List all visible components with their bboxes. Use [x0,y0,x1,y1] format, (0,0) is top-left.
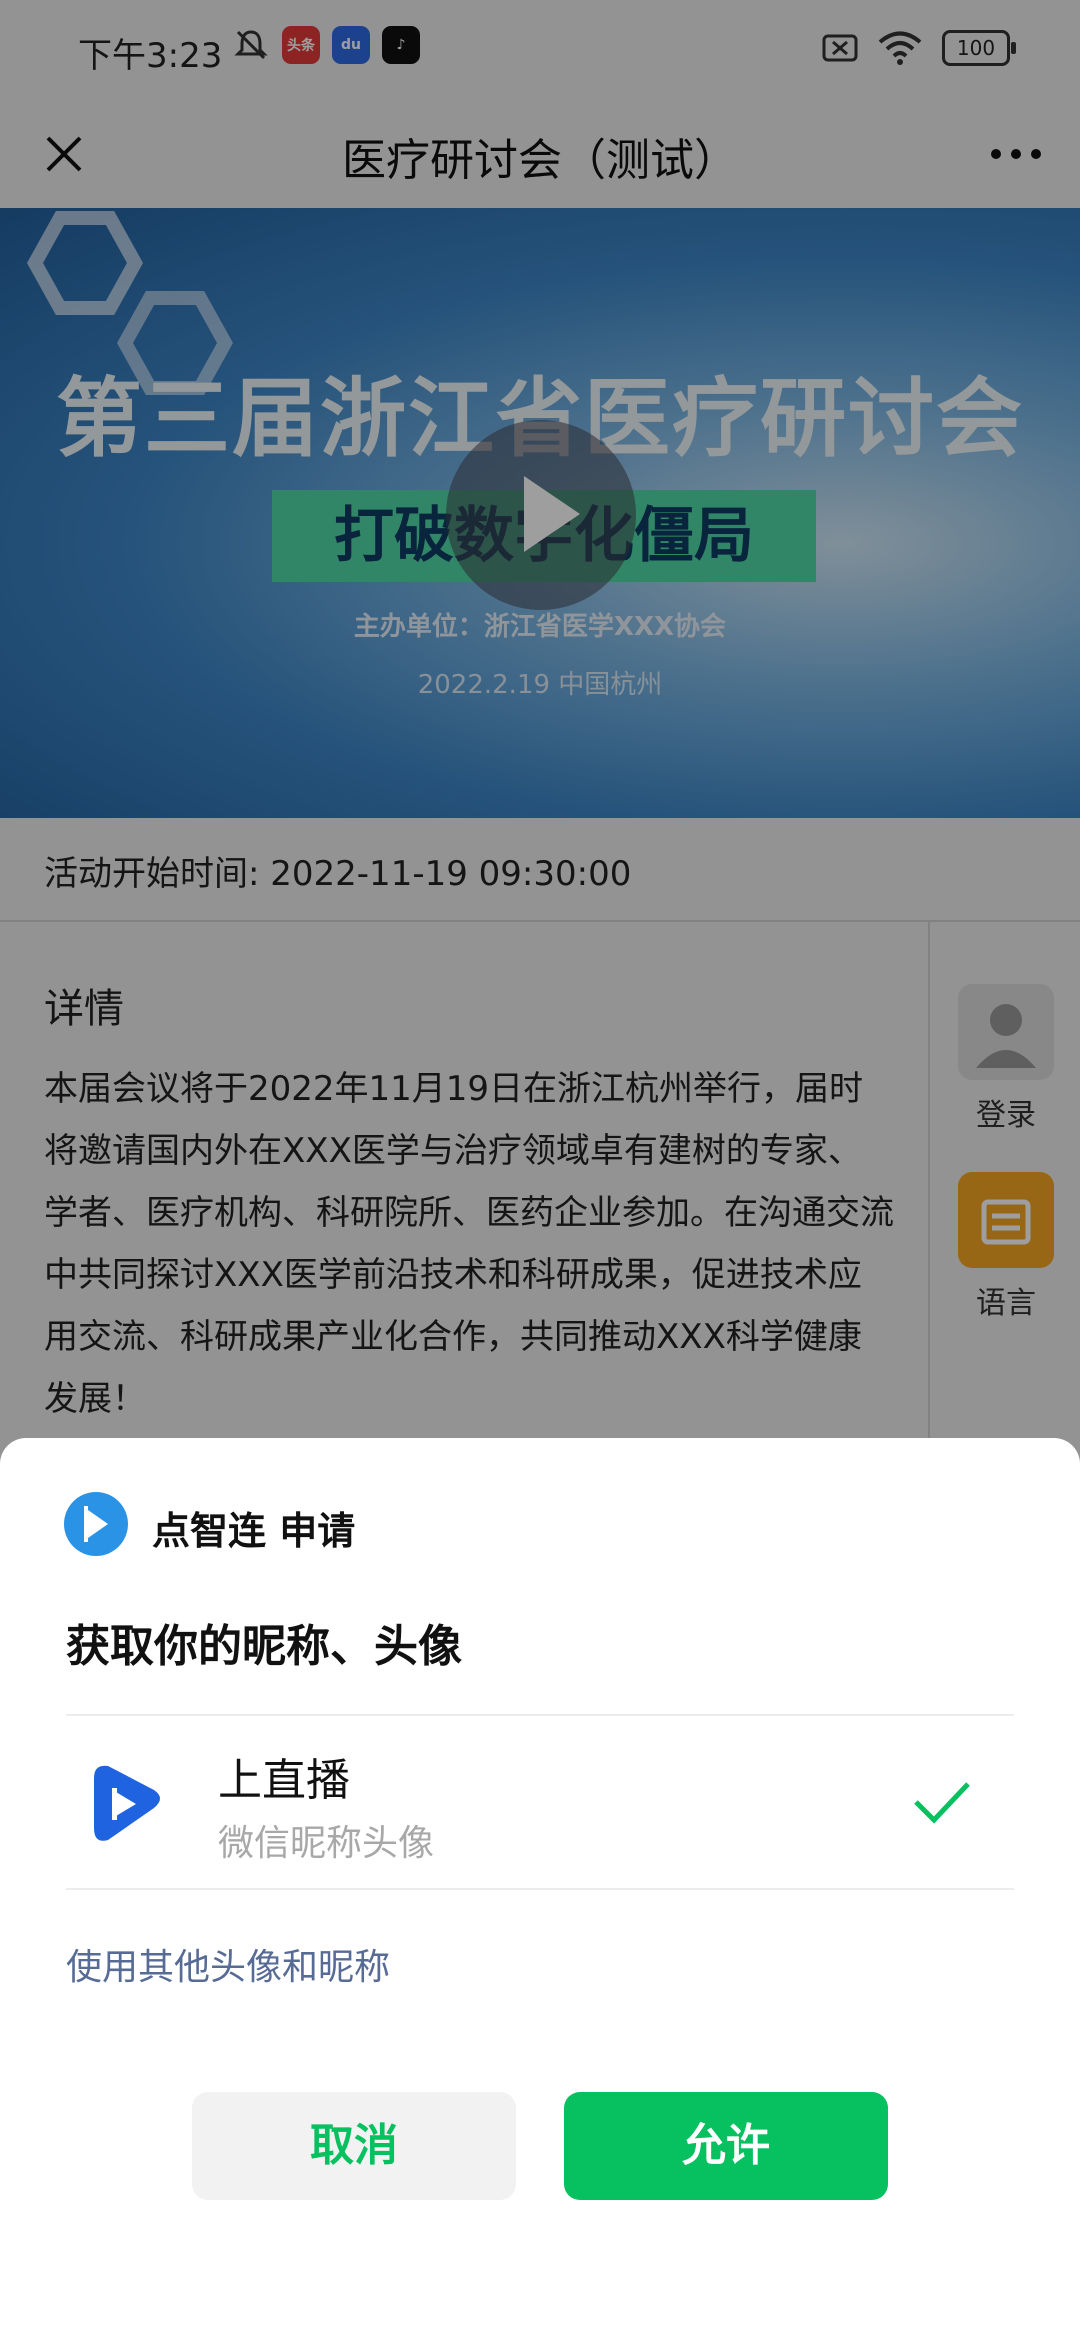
profile-avatar-icon [94,1765,160,1841]
allow-button[interactable]: 允许 [564,2092,888,2200]
use-other-profile-link[interactable]: 使用其他头像和昵称 [66,1938,390,1990]
authorization-sheet: 点智连 申请 获取你的昵称、头像 上直播 微信昵称头像 使用其他头像和昵称 取消… [0,1438,1080,2340]
cancel-button[interactable]: 取消 [192,2092,516,2200]
app-logo-icon [64,1492,128,1556]
permission-title: 获取你的昵称、头像 [66,1621,462,1672]
profile-name: 上直播 [218,1755,350,1806]
divider [66,1714,1014,1716]
profile-subtitle: 微信昵称头像 [218,1823,435,1864]
divider [66,1888,1014,1890]
requesting-app-name: 点智连 申请 [152,1509,356,1553]
checkmark-icon [914,1782,970,1824]
